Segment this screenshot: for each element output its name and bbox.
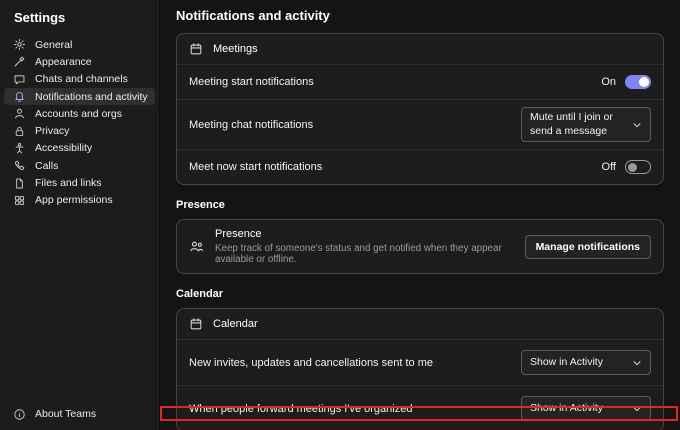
phone-icon	[13, 159, 26, 172]
sidebar-item-accounts-and-orgs[interactable]: Accounts and orgs	[4, 105, 155, 122]
settings-nav: General Appearance Chats and channels No…	[0, 34, 159, 209]
sidebar-item-label: Notifications and activity	[35, 91, 148, 103]
setting-label: When people forward meetings I've organi…	[189, 403, 422, 415]
setting-row-forwarded-meetings: When people forward meetings I've organi…	[177, 386, 663, 430]
chat-icon	[13, 73, 26, 86]
presence-description: Keep track of someone's status and get n…	[215, 243, 514, 265]
presence-row: Presence Keep track of someone's status …	[177, 220, 663, 273]
setting-label: Meeting start notifications	[189, 76, 324, 88]
toggle-state-label: On	[601, 76, 616, 88]
settings-sidebar: Settings General Appearance Chats and ch…	[0, 0, 160, 430]
setting-row-meet-now-start-notifications: Meet now start notifications Off	[177, 150, 663, 184]
new-invites-dropdown[interactable]: Show in Activity	[521, 350, 651, 375]
calendar-card-title: Calendar	[213, 318, 258, 330]
sidebar-item-label: Accounts and orgs	[35, 108, 122, 120]
sidebar-item-label: General	[35, 39, 72, 51]
sidebar-item-calls[interactable]: Calls	[4, 157, 155, 174]
calendar-section-heading: Calendar	[176, 288, 664, 300]
gear-icon	[13, 38, 26, 51]
setting-row-new-invites: New invites, updates and cancellations s…	[177, 340, 663, 386]
file-icon	[13, 177, 26, 190]
page-title: Notifications and activity	[176, 8, 664, 24]
meetings-calendar-icon	[189, 42, 203, 56]
meeting-start-notifications-toggle[interactable]	[625, 75, 651, 89]
toggle-state-label: Off	[602, 161, 616, 173]
sidebar-item-label: Chats and channels	[35, 73, 128, 85]
setting-label: New invites, updates and cancellations s…	[189, 357, 443, 369]
presence-text: Presence Keep track of someone's status …	[215, 228, 514, 265]
sidebar-item-chats-and-channels[interactable]: Chats and channels	[4, 71, 155, 88]
meetings-card-title: Meetings	[213, 43, 258, 55]
sidebar-item-general[interactable]: General	[4, 36, 155, 53]
toggle-knob	[639, 77, 649, 87]
lock-icon	[13, 125, 26, 138]
setting-label: Meet now start notifications	[189, 161, 332, 173]
sidebar-item-label: Privacy	[35, 125, 69, 137]
setting-label: Meeting chat notifications	[189, 119, 323, 131]
sidebar-item-about-teams[interactable]: About Teams	[4, 406, 155, 423]
meetings-card: Meetings Meeting start notifications On …	[176, 33, 664, 185]
appearance-icon	[13, 55, 26, 68]
presence-title: Presence	[215, 228, 514, 240]
setting-row-meeting-chat-notifications: Meeting chat notifications Mute until I …	[177, 100, 663, 150]
settings-title: Settings	[0, 0, 159, 34]
sidebar-item-label: App permissions	[35, 194, 113, 206]
sidebar-item-label: Accessibility	[35, 142, 92, 154]
meetings-card-header: Meetings	[177, 34, 663, 65]
chevron-down-icon	[632, 358, 642, 368]
chevron-down-icon	[632, 120, 642, 130]
chevron-down-icon	[632, 404, 642, 414]
presence-card: Presence Keep track of someone's status …	[176, 219, 664, 274]
dropdown-selected-value: Show in Activity	[530, 356, 603, 370]
info-icon	[13, 408, 26, 421]
person-icon	[13, 107, 26, 120]
sidebar-item-notifications-and-activity[interactable]: Notifications and activity	[4, 88, 155, 105]
toggle-knob	[628, 163, 637, 172]
sidebar-item-accessibility[interactable]: Accessibility	[4, 140, 155, 157]
sidebar-item-privacy[interactable]: Privacy	[4, 122, 155, 139]
calendar-icon	[189, 317, 203, 331]
calendar-card-header: Calendar	[177, 309, 663, 340]
manage-notifications-button[interactable]: Manage notifications	[525, 235, 651, 259]
sidebar-item-label: Appearance	[35, 56, 92, 68]
teams-settings-window: Settings General Appearance Chats and ch…	[0, 0, 680, 430]
sidebar-item-appearance[interactable]: Appearance	[4, 53, 155, 70]
sidebar-item-app-permissions[interactable]: App permissions	[4, 192, 155, 209]
presence-section-heading: Presence	[176, 199, 664, 211]
meeting-chat-notifications-dropdown[interactable]: Mute until I join or send a message	[521, 107, 651, 142]
accessibility-icon	[13, 142, 26, 155]
dropdown-selected-value: Show in Activity	[530, 402, 603, 416]
meet-now-start-notifications-toggle[interactable]	[625, 160, 651, 174]
bell-icon	[13, 90, 26, 103]
people-icon	[189, 239, 204, 254]
sidebar-item-files-and-links[interactable]: Files and links	[4, 174, 155, 191]
sidebar-item-label: Calls	[35, 160, 58, 172]
apps-grid-icon	[13, 194, 26, 207]
forwarded-meetings-dropdown[interactable]: Show in Activity	[521, 396, 651, 421]
sidebar-item-label: Files and links	[35, 177, 102, 189]
calendar-card: Calendar New invites, updates and cancel…	[176, 308, 664, 430]
dropdown-selected-value: Mute until I join or send a message	[530, 111, 626, 138]
sidebar-item-label: About Teams	[35, 408, 96, 420]
settings-content: Notifications and activity Meetings Meet…	[160, 0, 680, 430]
setting-row-meeting-start-notifications: Meeting start notifications On	[177, 65, 663, 100]
